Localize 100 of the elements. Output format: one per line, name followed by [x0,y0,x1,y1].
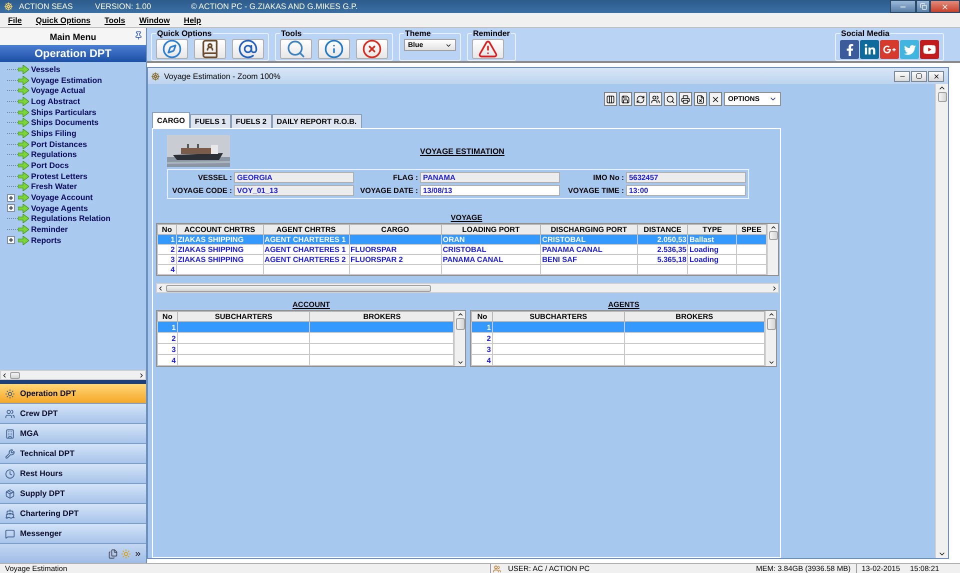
window-title: Voyage Estimation - Zoom 100% [164,72,281,80]
clock-icon [5,468,15,478]
leaf-arrow-icon [18,150,29,160]
tree-item[interactable]: Voyage Agents [31,204,88,213]
tree-item[interactable]: Ships Documents [31,118,99,128]
leaf-arrow-icon [18,96,29,106]
tree-item[interactable]: Reminder [31,225,68,234]
expand-icon[interactable] [7,204,15,212]
scrollbar-thumb[interactable] [768,231,778,240]
menu-item[interactable]: File [8,16,22,24]
documents-icon[interactable] [108,548,118,558]
facebook-icon[interactable] [840,40,859,59]
scrollbar-thumb[interactable] [456,318,465,330]
address-book-button[interactable] [194,39,226,59]
window-icon [151,72,160,80]
caret-icon [769,95,777,103]
leaf-arrow-icon [18,140,29,149]
tree-item[interactable]: Voyage Account [31,193,93,202]
search-button[interactable] [664,92,677,106]
tree-item[interactable]: Vessels [31,64,60,74]
close-button[interactable] [709,92,722,106]
columns-icon [606,94,615,104]
at-sign-icon [238,39,258,59]
close-icon [932,72,940,80]
horizontal-scrollbar[interactable] [0,370,146,380]
table-cell [637,264,688,274]
delete-file-button[interactable] [694,92,707,106]
scrollbar-thumb[interactable] [10,372,20,378]
tree-item[interactable]: Reports [31,236,62,245]
close-icon [711,94,720,104]
tree-item[interactable]: Protest Letters [31,172,88,181]
save-button[interactable] [619,92,632,106]
tree-item[interactable]: Regulations [31,150,77,160]
app-logo-icon [4,2,13,11]
vertical-scrollbar[interactable] [935,84,948,558]
vertical-scrollbar[interactable] [767,224,778,275]
leaf-arrow-icon [18,161,29,170]
expand-icon[interactable] [7,236,15,244]
refresh-button[interactable] [634,92,647,106]
menu-item[interactable]: Help [184,16,202,24]
search-icon [666,94,675,104]
scrollbar-thumb[interactable] [166,284,431,292]
app-name: ACTION SEAS [19,2,74,11]
warning-button[interactable] [472,39,504,59]
restore-icon [920,3,926,10]
restore-button[interactable] [911,70,927,82]
more-icon[interactable] [134,550,142,558]
department-button[interactable]: Rest Hours [0,464,146,484]
app-version: VERSION: 1.00 [95,2,152,11]
people-button[interactable] [649,92,662,106]
youtube-icon[interactable] [920,40,939,59]
search-icon [286,39,306,59]
maximize-button[interactable] [916,0,930,13]
tree-item[interactable]: Ships Particulars [31,108,96,117]
chat-icon [5,528,15,538]
department-button[interactable]: MGA [0,424,146,444]
vertical-scrollbar[interactable] [454,311,466,366]
tree-item[interactable]: Regulations Relation [31,214,111,224]
close-button[interactable] [928,70,944,82]
compass-button[interactable] [156,39,188,59]
tree-item[interactable]: Port Distances [31,140,88,149]
scrollbar-thumb[interactable] [766,318,776,330]
scrollbar-thumb[interactable] [938,92,946,102]
group-title: Reminder [472,29,511,38]
department-button[interactable]: Operation DPT [0,384,146,404]
form-heading: VOYAGE ESTIMATION [420,146,504,156]
tree-item[interactable]: Fresh Water [31,182,77,192]
tree-item[interactable]: Port Docs [31,161,69,170]
vertical-scrollbar[interactable] [765,311,776,366]
leaf-arrow-icon [18,76,29,85]
menu-item[interactable]: Tools [104,16,126,24]
pin-icon[interactable] [134,31,143,40]
linkedin-icon[interactable] [860,40,879,59]
tree-item[interactable]: Log Abstract [31,96,80,106]
minimize-button[interactable] [894,70,910,82]
menu-item[interactable]: Window [139,16,170,24]
tree-item[interactable]: Voyage Estimation [31,76,102,85]
google-plus-icon[interactable] [880,40,899,59]
department-button[interactable]: Chartering DPT [0,504,146,524]
email-button[interactable] [232,39,264,59]
horizontal-scrollbar[interactable] [156,283,779,293]
department-button[interactable]: Technical DPT [0,444,146,464]
expand-icon[interactable] [7,194,15,202]
leaf-arrow-icon [18,214,29,224]
minimize-button[interactable] [890,0,916,13]
people-icon [651,94,660,104]
department-button[interactable]: Supply DPT [0,484,146,504]
group-title: Tools [280,29,303,38]
user-icon [493,564,501,572]
people-icon [5,408,15,418]
menu-item[interactable]: Quick Options [36,16,90,24]
info-button[interactable] [318,39,350,59]
columns-button[interactable] [604,92,617,106]
tree-item[interactable]: Voyage Actual [31,86,86,96]
department-button[interactable]: Messenger [0,524,146,544]
tree-item[interactable]: Ships Filing [31,128,76,138]
department-button[interactable]: Crew DPT [0,404,146,424]
leaf-arrow-icon [18,225,29,234]
leaf-arrow-icon [18,108,29,117]
print-button[interactable] [679,92,692,106]
